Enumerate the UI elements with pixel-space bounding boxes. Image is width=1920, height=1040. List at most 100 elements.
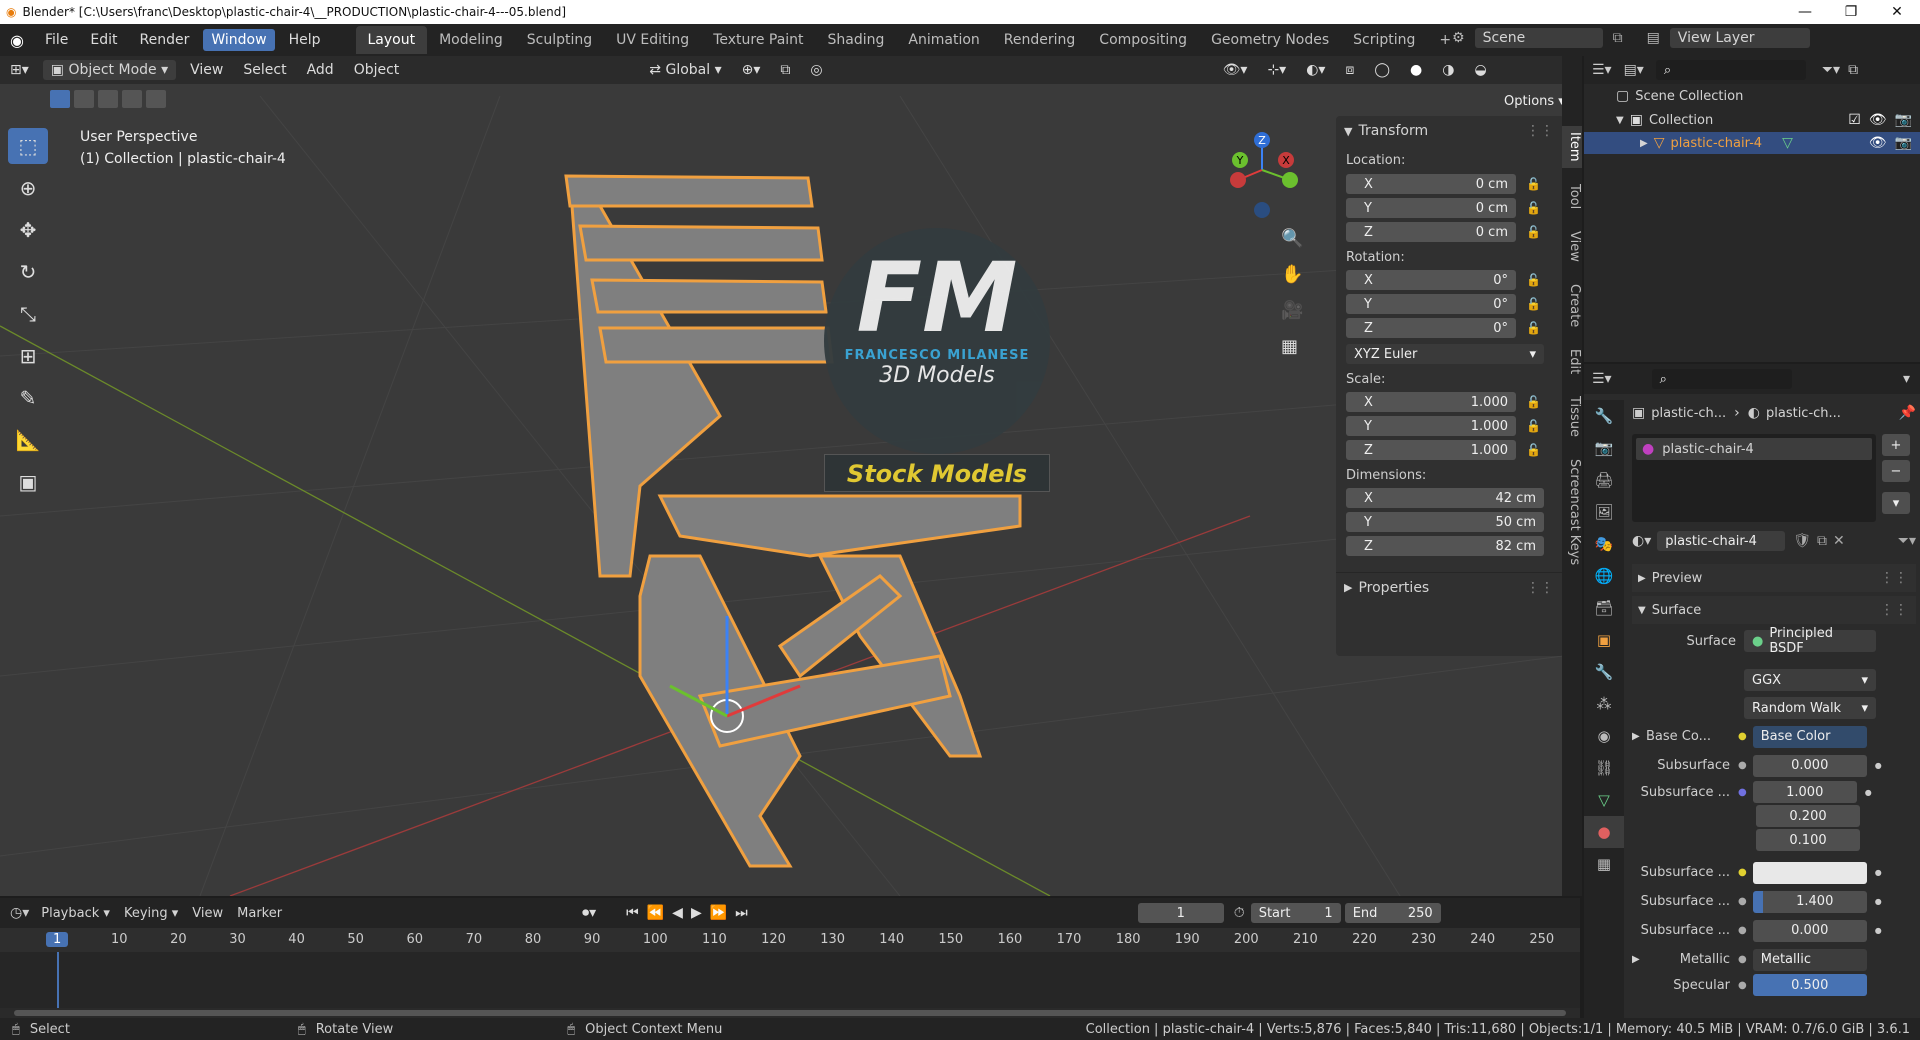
menu-window[interactable]: Window [203, 29, 275, 51]
constraints-props-icon[interactable]: ⛓ [1584, 752, 1624, 784]
camera-icon[interactable]: 📷 [1895, 112, 1912, 128]
lock-icon[interactable]: 🔓 [1526, 321, 1541, 335]
outliner-object-row[interactable]: ▶ ▽ plastic-chair-4 ▽ 👁 📷 [1584, 132, 1920, 154]
tab-uv-editing[interactable]: UV Editing [604, 26, 701, 54]
base-color-button[interactable]: Base Color [1752, 725, 1867, 748]
close-button[interactable]: ✕ [1874, 0, 1920, 24]
expand-arrow-icon[interactable]: ▶ [1640, 138, 1648, 149]
specular-field[interactable]: 0.500 [1752, 974, 1867, 996]
material-filter-icon[interactable]: ⏷▾ [1898, 533, 1916, 549]
lock-icon[interactable]: 🔓 [1526, 273, 1541, 287]
texture-props-icon[interactable]: ▦ [1584, 848, 1624, 880]
zoom-icon[interactable]: 🔍 [1281, 228, 1311, 264]
menu-file[interactable]: File [34, 32, 79, 48]
filter-icon[interactable]: ⏷▾ [1822, 62, 1840, 78]
add-cube-tool-icon[interactable]: ▣ [8, 464, 48, 500]
select-intersect-icon[interactable] [146, 90, 166, 108]
browse-material-icon[interactable]: ◐▾ [1632, 533, 1651, 549]
tab-sculpting[interactable]: Sculpting [515, 26, 604, 54]
timeline-scrollbar[interactable] [14, 1010, 1566, 1016]
pin-scene-icon[interactable]: ⧉ [1613, 30, 1623, 46]
chevron-down-icon[interactable]: ▾ [1903, 371, 1910, 387]
view-menu[interactable]: View [180, 62, 233, 78]
new-collection-icon[interactable]: ⧉ [1848, 62, 1858, 78]
eye-icon[interactable]: 👁 [1869, 135, 1887, 151]
gizmo-toggle-icon[interactable]: ⊹▾ [1257, 62, 1296, 78]
expand-arrow-icon[interactable]: ▼ [1616, 115, 1624, 126]
tab-scripting[interactable]: Scripting [1341, 26, 1427, 54]
metallic-button[interactable]: Metallic [1752, 948, 1867, 971]
properties-search-input[interactable]: ⌕ [1651, 369, 1792, 389]
tab-tool[interactable]: Tool [1562, 178, 1582, 215]
visibility-icon[interactable]: 👁▾ [1213, 62, 1258, 78]
timeline-track-area[interactable] [0, 952, 1580, 1008]
3d-viewport[interactable]: ⊞▾ ▣ Object Mode ▾ View Select Add Objec… [0, 56, 1563, 896]
scale-y-field[interactable]: Y 1.000 [1346, 416, 1516, 436]
shading-solid-icon[interactable]: ● [1400, 62, 1432, 78]
play-reverse-icon[interactable]: ◀ [672, 905, 683, 921]
slot-menu-button[interactable]: ▾ [1882, 492, 1910, 514]
camera-icon[interactable]: 📷 [1895, 135, 1912, 151]
lock-icon[interactable]: 🔓 [1526, 297, 1541, 311]
tab-shading[interactable]: Shading [816, 26, 897, 54]
scale-tool-icon[interactable]: ⤡ [8, 296, 48, 332]
outliner-collection[interactable]: ▼ ▣ Collection ☑ 👁 📷 [1584, 108, 1920, 132]
transform-orientation-selector[interactable]: ⇄ Global ▾ [639, 62, 731, 78]
xray-icon[interactable]: ⧈ [1335, 62, 1364, 78]
editor-type-icon[interactable]: ☰▾ [1592, 371, 1612, 387]
material-props-icon[interactable]: ● [1584, 816, 1624, 848]
move-tool-icon[interactable]: ✥ [8, 212, 48, 248]
subsurface-radius-y-field[interactable]: 0.200 [1756, 805, 1860, 827]
current-frame-field[interactable]: 1 [1137, 903, 1224, 923]
dimensions-y-field[interactable]: Y 50 cm [1346, 512, 1544, 532]
location-x-field[interactable]: X 0 cm [1346, 174, 1516, 194]
location-y-field[interactable]: Y 0 cm [1346, 198, 1516, 218]
tab-geometry-nodes[interactable]: Geometry Nodes [1199, 26, 1341, 54]
view-layer-props-icon[interactable]: 🖼 [1584, 496, 1624, 528]
tab-layout[interactable]: Layout [355, 26, 428, 54]
lock-icon[interactable]: 🔓 [1526, 225, 1541, 239]
add-slot-button[interactable]: + [1882, 434, 1910, 456]
subsurface-anisotropy-field[interactable]: 0.000 [1752, 919, 1867, 942]
material-slot-list[interactable]: ● plastic-chair-4 [1632, 434, 1876, 522]
cursor-tool-icon[interactable]: ⊕ [8, 170, 48, 206]
collection-props-icon[interactable]: 🗃 [1584, 592, 1624, 624]
outliner-scene-collection[interactable]: ▢ Scene Collection [1584, 84, 1920, 108]
annotate-tool-icon[interactable]: ✎ [8, 380, 48, 416]
minimize-button[interactable]: — [1782, 0, 1828, 24]
marker-menu[interactable]: Marker [237, 906, 282, 921]
select-new-icon[interactable] [50, 90, 70, 108]
pin-icon[interactable]: 📌 [1899, 405, 1916, 421]
keying-menu[interactable]: Keying ▾ [124, 906, 178, 921]
physics-props-icon[interactable]: ◉ [1584, 720, 1624, 752]
subsurface-radius-z-field[interactable]: 0.100 [1756, 829, 1860, 851]
material-slot-item[interactable]: ● plastic-chair-4 [1636, 438, 1872, 460]
ortho-toggle-icon[interactable]: ▦ [1281, 336, 1311, 372]
pan-hand-icon[interactable]: ✋ [1281, 264, 1311, 300]
blender-menu-icon[interactable]: ◉ [0, 31, 34, 50]
subsurface-field[interactable]: 0.000 [1752, 754, 1867, 777]
tab-screencast-keys[interactable]: Screencast Keys [1562, 453, 1582, 571]
drag-handle-icon[interactable]: ⋮⋮ [1880, 602, 1908, 618]
mode-selector[interactable]: ▣ Object Mode ▾ [42, 60, 177, 80]
subsurface-method-dropdown[interactable]: Random Walk ▾ [1744, 697, 1876, 719]
shading-wire-icon[interactable]: ◯ [1364, 62, 1400, 78]
measure-tool-icon[interactable]: 📐 [8, 422, 48, 458]
camera-view-icon[interactable]: 🎥 [1281, 300, 1311, 336]
tab-animation[interactable]: Animation [896, 26, 991, 54]
surface-shader-button[interactable]: ● Principled BSDF [1744, 626, 1876, 656]
dimensions-x-field[interactable]: X 42 cm [1346, 488, 1544, 508]
rotate-tool-icon[interactable]: ↻ [8, 254, 48, 290]
menu-render[interactable]: Render [129, 32, 201, 48]
drag-handle-icon[interactable]: ⋮⋮ [1526, 123, 1554, 139]
maximize-button[interactable]: ❐ [1828, 0, 1874, 24]
scale-z-field[interactable]: Z 1.000 [1346, 440, 1516, 460]
checkbox-icon[interactable]: ☑ [1848, 112, 1861, 128]
subsurface-ior-field[interactable]: 1.400 [1752, 890, 1867, 913]
jump-end-icon[interactable]: ⏭ [735, 905, 748, 921]
scene-props-icon[interactable]: 🎭 [1584, 528, 1624, 560]
tool-props-icon[interactable]: 🔧 [1584, 400, 1624, 432]
proportional-edit-icon[interactable]: ◎ [800, 62, 832, 78]
surface-header[interactable]: ▼ Surface ⋮⋮ [1632, 596, 1916, 624]
stopwatch-icon[interactable]: ⏱ [1234, 905, 1245, 921]
